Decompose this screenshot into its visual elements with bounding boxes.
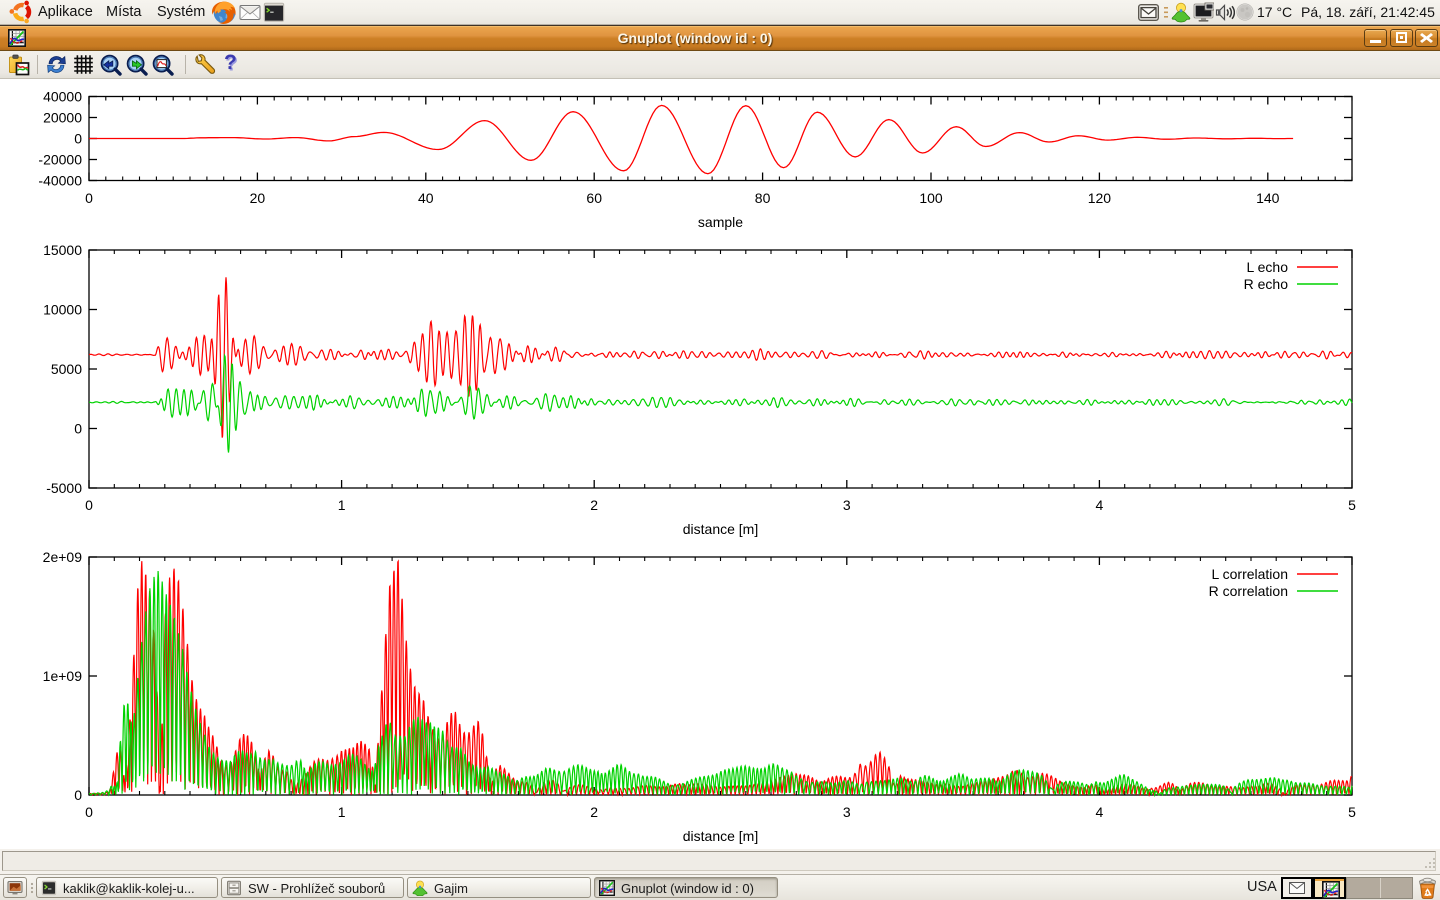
svg-text:100: 100 [919,190,943,206]
svg-text:0: 0 [74,421,82,437]
svg-text:20: 20 [250,190,266,206]
svg-text:40: 40 [418,190,434,206]
svg-text:0: 0 [74,131,82,147]
svg-text:R echo: R echo [1244,276,1289,292]
svg-text:10000: 10000 [43,302,82,318]
svg-text:20000: 20000 [43,110,82,126]
svg-text:2: 2 [590,497,598,513]
svg-text:R correlation: R correlation [1209,583,1288,599]
svg-text:5000: 5000 [51,361,82,377]
svg-text:distance [m]: distance [m] [683,521,758,537]
svg-text:2e+09: 2e+09 [43,549,83,565]
svg-text:15000: 15000 [43,242,82,258]
svg-text:0: 0 [74,787,82,803]
svg-text:2: 2 [590,804,598,820]
svg-text:60: 60 [586,190,602,206]
svg-text:40000: 40000 [43,89,82,105]
svg-text:3: 3 [843,497,851,513]
svg-text:4: 4 [1096,497,1104,513]
svg-text:sample: sample [698,214,743,230]
svg-text:5: 5 [1348,804,1356,820]
svg-text:1: 1 [338,804,346,820]
svg-text:5: 5 [1348,497,1356,513]
svg-text:-20000: -20000 [38,152,82,168]
svg-text:-40000: -40000 [38,173,82,189]
svg-text:1e+09: 1e+09 [43,668,83,684]
svg-text:120: 120 [1088,190,1112,206]
svg-text:4: 4 [1096,804,1104,820]
svg-text:-5000: -5000 [46,480,82,496]
svg-text:0: 0 [85,804,93,820]
svg-text:1: 1 [338,497,346,513]
svg-text:80: 80 [755,190,771,206]
svg-text:0: 0 [85,190,93,206]
svg-text:140: 140 [1256,190,1280,206]
svg-text:0: 0 [85,497,93,513]
svg-text:distance [m]: distance [m] [683,828,758,844]
svg-text:L echo: L echo [1246,259,1288,275]
svg-text:3: 3 [843,804,851,820]
svg-text:L correlation: L correlation [1211,566,1288,582]
